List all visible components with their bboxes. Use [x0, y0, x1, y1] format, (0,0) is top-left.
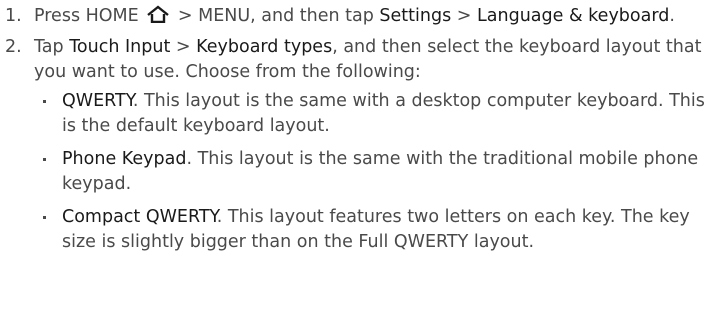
option-name: QWERTY	[62, 91, 133, 111]
keyboard-options-list: QWERTY. This layout is the same with a d…	[34, 89, 717, 255]
step-1: 1. Press HOME > MENU, and then tap Setti…	[0, 4, 717, 29]
list-item: QWERTY. This layout is the same with a d…	[34, 89, 717, 139]
keyword-settings: Settings	[379, 6, 452, 26]
option-name: Phone Keypad	[62, 149, 187, 169]
option-name: Compact QWERTY	[62, 207, 217, 227]
bullet-icon	[43, 216, 46, 219]
list-item: Phone Keypad. This layout is the same wi…	[34, 147, 717, 197]
step-2: 2. Tap Touch Input > Keyboard types, and…	[0, 35, 717, 255]
step-text: Press HOME > MENU, and then tap Settings…	[34, 5, 675, 26]
step-number: 2.	[5, 37, 22, 57]
list-item: Compact QWERTY. This layout features two…	[34, 205, 717, 255]
bullet-icon	[43, 100, 46, 103]
instruction-document: 1. Press HOME > MENU, and then tap Setti…	[0, 0, 717, 255]
bullet-icon	[43, 158, 46, 161]
option-description: . This layout is the same with a desktop…	[62, 91, 705, 136]
keyword-language-keyboard: Language & keyboard	[477, 6, 670, 26]
keyword-touch-input: Touch Input	[69, 37, 171, 57]
keyword-keyboard-types: Keyboard types	[196, 37, 333, 57]
step-text: Tap Touch Input > Keyboard types, and th…	[34, 37, 702, 82]
home-icon	[147, 5, 170, 23]
step-number: 1.	[5, 6, 22, 26]
